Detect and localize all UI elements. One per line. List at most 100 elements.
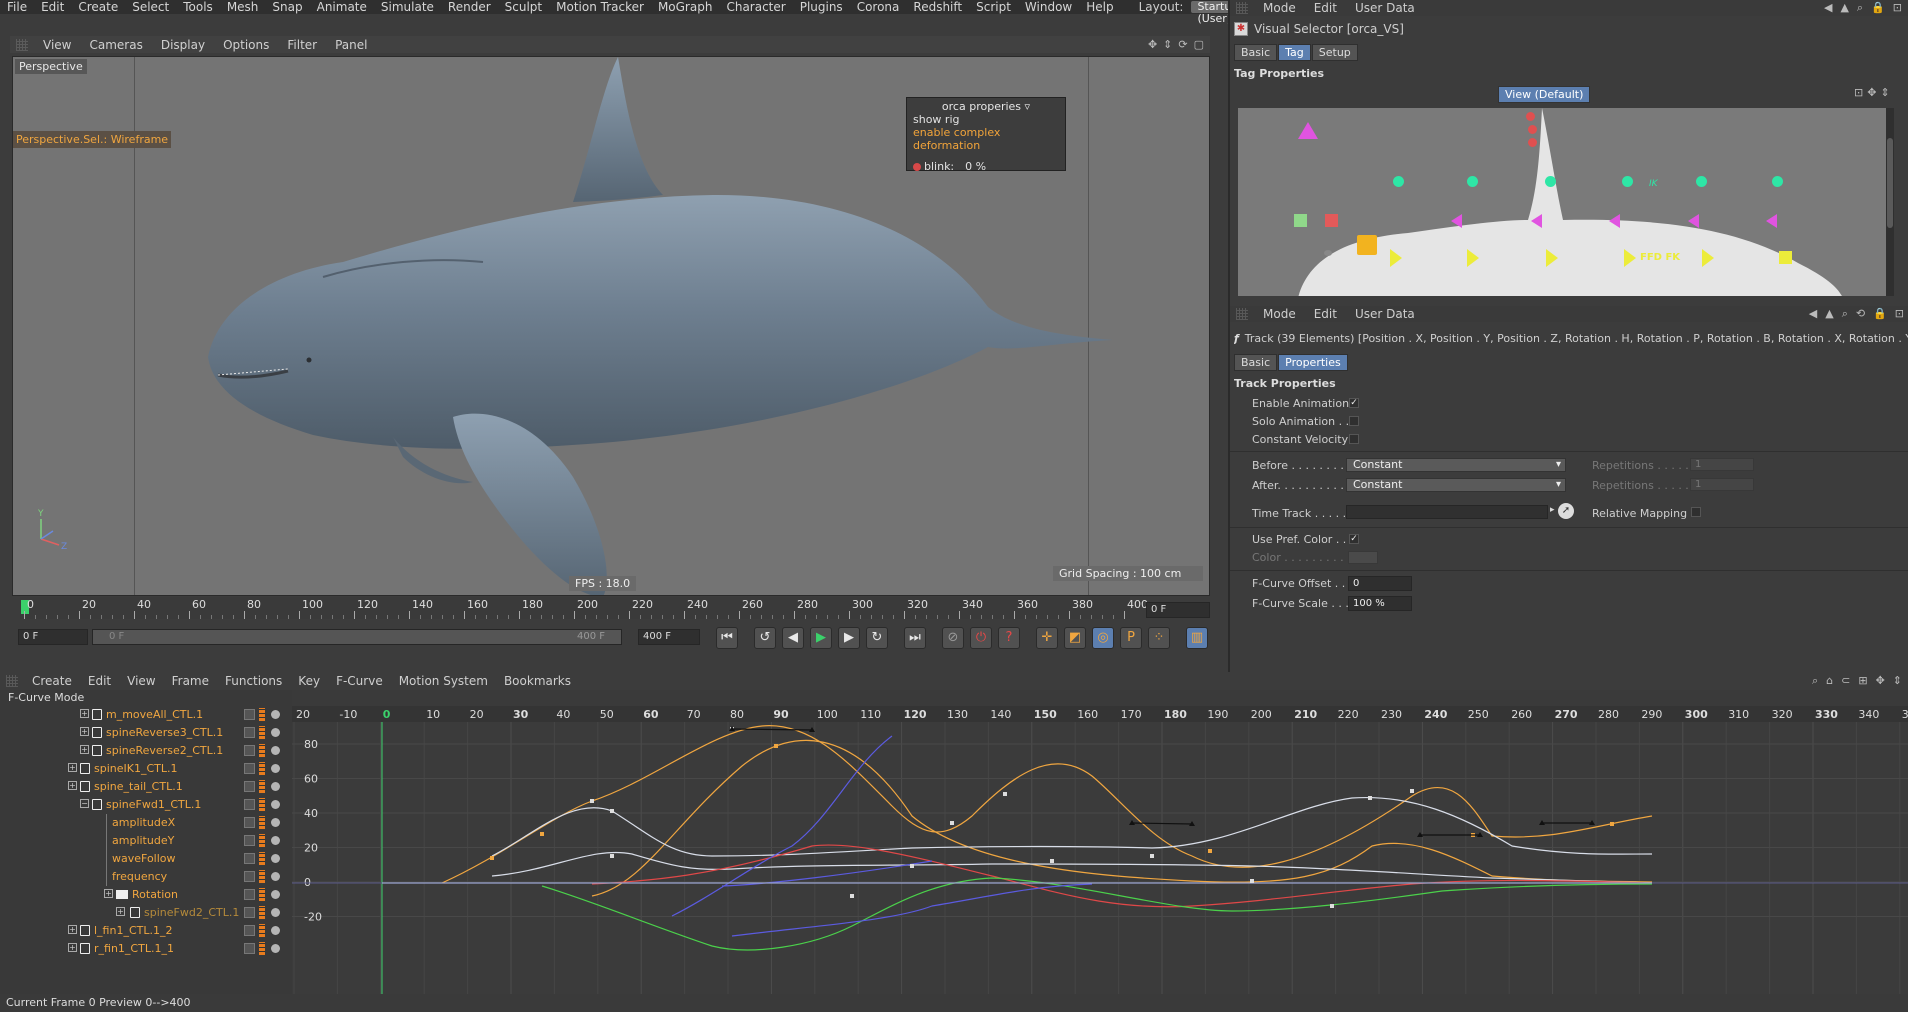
fcurve-menu-create[interactable]: Create: [24, 674, 80, 688]
attr-menu-user-data[interactable]: User Data: [1346, 1, 1424, 15]
relative-mapping-checkbox[interactable]: [1691, 507, 1701, 517]
fwd-selector-1[interactable]: [1451, 214, 1462, 228]
back-arrow-icon[interactable]: ◀: [1824, 1, 1832, 15]
fcurve-menu-functions[interactable]: Functions: [217, 674, 290, 688]
keyframe[interactable]: [1208, 849, 1212, 853]
move-icon[interactable]: ✥: [1876, 674, 1885, 688]
viewport-menu-options[interactable]: Options: [214, 38, 278, 52]
green-square-selector[interactable]: [1294, 214, 1307, 227]
menu-file[interactable]: File: [0, 1, 34, 13]
ffd-selector-5[interactable]: [1702, 249, 1714, 267]
curve-visibility-icon[interactable]: [244, 853, 255, 864]
menu-simulate[interactable]: Simulate: [374, 1, 441, 13]
solo-dot-icon[interactable]: [271, 818, 280, 827]
curve-visibility-icon[interactable]: [244, 745, 255, 756]
menu-script[interactable]: Script: [969, 1, 1018, 13]
scroll-icon[interactable]: ⇕: [1880, 86, 1889, 99]
menu-select[interactable]: Select: [125, 1, 176, 13]
menu-window[interactable]: Window: [1018, 1, 1079, 13]
goto-end-icon[interactable]: ⏭: [904, 627, 926, 649]
curve-visibility-icon[interactable]: [244, 871, 255, 882]
tree-row[interactable]: + spineFwd2_CTL.1: [0, 904, 292, 922]
search-icon[interactable]: ⌕: [1812, 674, 1818, 688]
rotate-view-icon[interactable]: ⟳: [1178, 38, 1187, 51]
use-pref-color-checkbox[interactable]: ✓: [1349, 534, 1359, 544]
keyframe[interactable]: [1330, 904, 1334, 908]
ik-selector-6[interactable]: [1772, 176, 1783, 187]
viewport-menu-display[interactable]: Display: [152, 38, 214, 52]
fwd-selector-2[interactable]: [1531, 214, 1542, 228]
fcurve-menu-key[interactable]: Key: [290, 674, 328, 688]
solo-animation-checkbox[interactable]: [1349, 416, 1359, 426]
menu-snap[interactable]: Snap: [265, 1, 309, 13]
panel-grip-icon[interactable]: [6, 675, 18, 687]
step-forward-icon[interactable]: ▶: [838, 627, 860, 649]
hud-blink[interactable]: blink: 0 %: [913, 160, 1059, 173]
curve-visibility-icon[interactable]: [244, 709, 255, 720]
solo-dot-icon[interactable]: [271, 746, 280, 755]
expand-icon[interactable]: −: [80, 799, 89, 808]
new-window-icon[interactable]: ⊡: [1895, 307, 1904, 321]
link-arrow-icon[interactable]: ▸: [1550, 505, 1558, 519]
tab-basic[interactable]: Basic: [1234, 44, 1278, 61]
timeline-window-icon[interactable]: ▥: [1186, 627, 1208, 649]
track-bar-icon[interactable]: [259, 888, 265, 901]
hud-show-rig[interactable]: show rig: [913, 113, 1059, 126]
scale-key-icon[interactable]: ◩: [1064, 627, 1086, 649]
repetitions-after-field[interactable]: 1: [1690, 478, 1754, 491]
track-bar-icon[interactable]: [259, 798, 265, 811]
viewport-menu-filter[interactable]: Filter: [278, 38, 326, 52]
expand-icon[interactable]: +: [80, 745, 89, 754]
panel-grip-icon[interactable]: [1236, 308, 1248, 320]
lock-icon[interactable]: 🔒: [1873, 307, 1887, 321]
new-window-icon[interactable]: ⊡: [1893, 1, 1902, 15]
tree-row[interactable]: amplitudeY: [0, 832, 292, 850]
search-icon[interactable]: ⌕: [1842, 307, 1848, 321]
3d-viewport[interactable]: Perspective Perspective.Sel.: Wireframe …: [12, 56, 1210, 596]
menu-mesh[interactable]: Mesh: [220, 1, 266, 13]
lock-icon[interactable]: 🔒: [1871, 1, 1885, 15]
panel-grip-icon[interactable]: [1236, 2, 1248, 14]
expand-icon[interactable]: +: [68, 781, 77, 790]
attr-menu-edit[interactable]: Edit: [1305, 307, 1346, 321]
menu-sculpt[interactable]: Sculpt: [498, 1, 549, 13]
curve-visibility-icon[interactable]: [244, 907, 255, 918]
tab-setup[interactable]: Setup: [1311, 44, 1358, 61]
move-icon[interactable]: ✥: [1867, 86, 1876, 99]
frame-icon[interactable]: ⊡: [1854, 86, 1863, 99]
constant-velocity-checkbox[interactable]: [1349, 434, 1359, 444]
fwd-selector-4[interactable]: [1688, 214, 1699, 228]
attr-menu-mode[interactable]: Mode: [1254, 1, 1305, 15]
menu-character[interactable]: Character: [719, 1, 792, 13]
up-arrow-icon[interactable]: ▲: [1825, 307, 1833, 321]
curve-visibility-icon[interactable]: [244, 799, 255, 810]
curve-visibility-icon[interactable]: [244, 763, 255, 774]
end-frame-field[interactable]: 400 F: [638, 629, 700, 645]
solo-dot-icon[interactable]: [271, 926, 280, 935]
curve-visibility-icon[interactable]: [244, 943, 255, 954]
track-bar-icon[interactable]: [259, 852, 265, 865]
track-bar-icon[interactable]: [259, 762, 265, 775]
step-back-icon[interactable]: ◀: [782, 627, 804, 649]
hud-title[interactable]: orca properies ▿: [913, 100, 1059, 113]
tab-properties[interactable]: Properties: [1278, 354, 1348, 371]
move-view-icon[interactable]: ✥: [1148, 38, 1157, 51]
tree-row[interactable]: + spineReverse3_CTL.1: [0, 724, 292, 742]
ik-selector-5[interactable]: [1696, 176, 1707, 187]
fcurve-graph[interactable]: 20 -10 0 10 20 30 40 50 60 70 80 90 100 110 120 130 140 1…: [292, 706, 1908, 996]
view-default-button[interactable]: View (Default): [1498, 86, 1591, 103]
track-bar-icon[interactable]: [259, 906, 265, 919]
autokey-icon[interactable]: ⏻: [970, 627, 992, 649]
tree-row[interactable]: + m_moveAll_CTL.1: [0, 706, 292, 724]
vs-scrollbar[interactable]: [1886, 108, 1894, 296]
keyframe[interactable]: [1610, 822, 1614, 826]
track-bar-icon[interactable]: [259, 744, 265, 757]
position-key-icon[interactable]: ✛: [1036, 627, 1058, 649]
tree-row[interactable]: frequency: [0, 868, 292, 886]
color-swatch[interactable]: [1348, 551, 1378, 564]
repetitions-before-field[interactable]: 1: [1690, 458, 1754, 471]
tree-row[interactable]: − spineFwd1_CTL.1: [0, 796, 292, 814]
visual-selector-canvas[interactable]: IK FFD FK: [1238, 108, 1888, 296]
hud-complex-deformation[interactable]: enable complex deformation: [913, 126, 1059, 152]
goto-start-icon[interactable]: ⏮: [716, 627, 738, 649]
